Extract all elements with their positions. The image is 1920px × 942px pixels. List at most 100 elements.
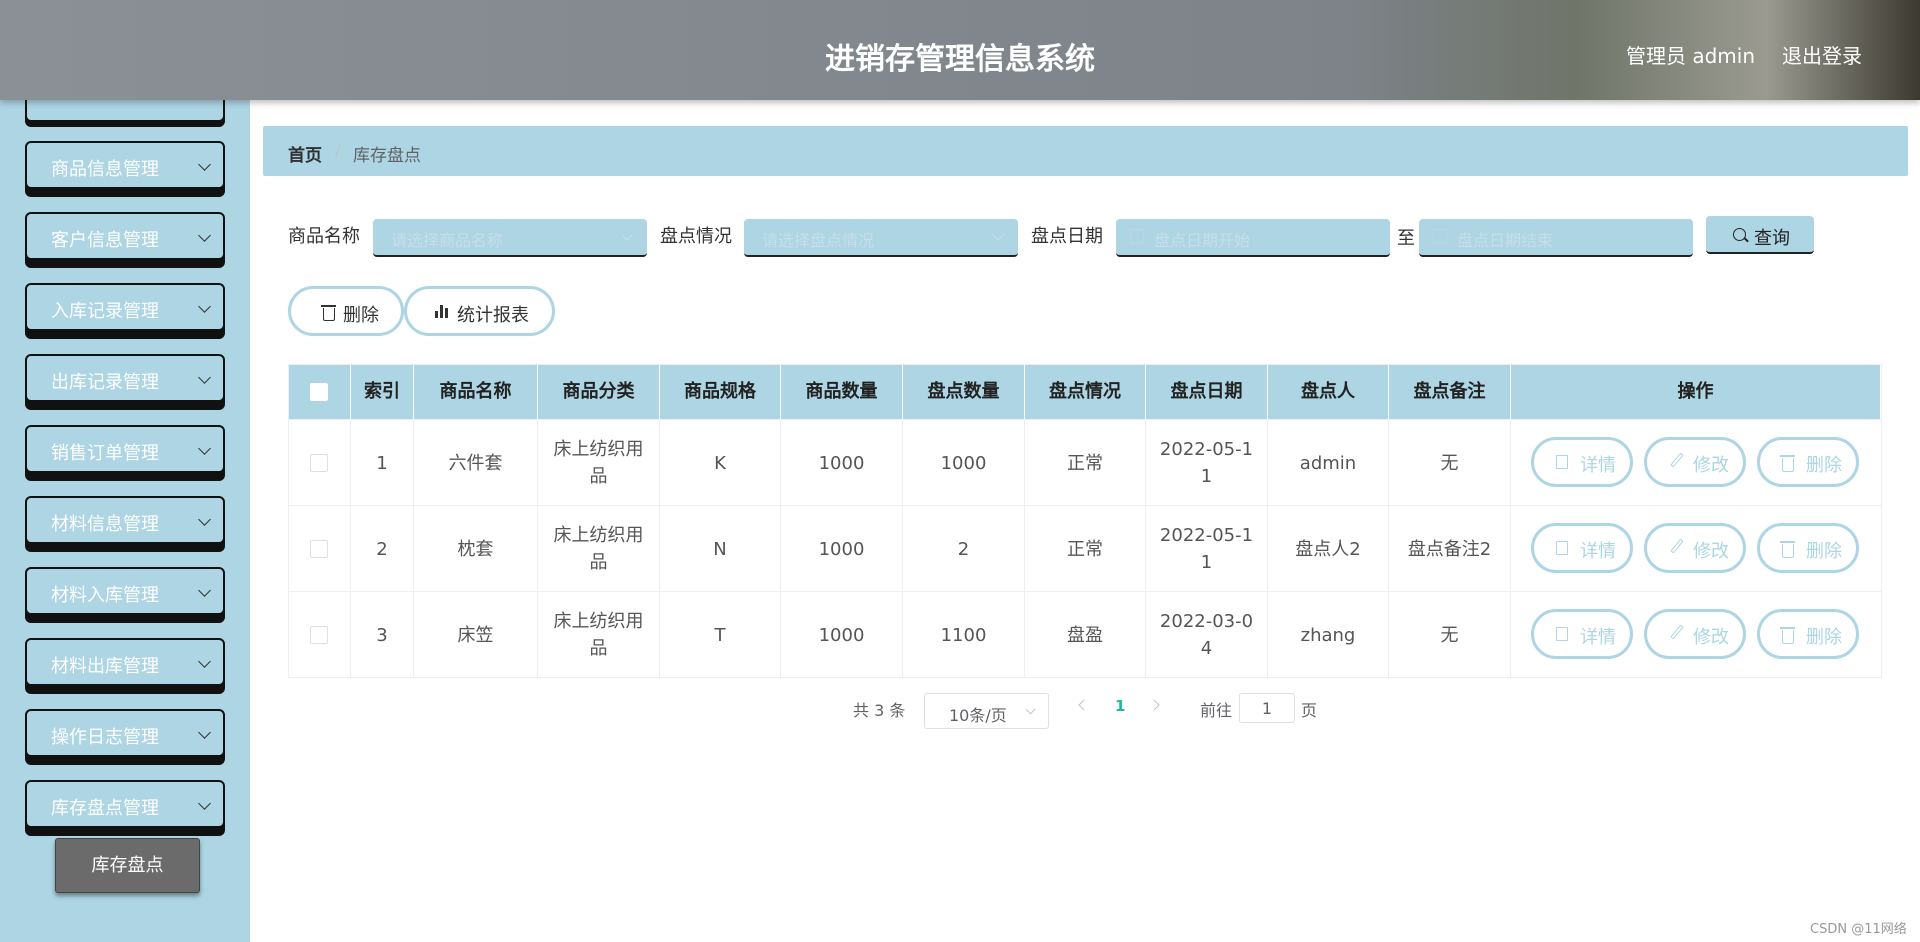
sidebar-item[interactable]: 材料出库管理 (25, 638, 225, 686)
page-size-value: 10条/页 (949, 706, 1007, 725)
edit-button-label: 修改 (1693, 541, 1729, 562)
edit-button[interactable]: 修改 (1644, 437, 1746, 487)
column-header: 索引 (351, 365, 414, 419)
delete-button[interactable]: 删除 (1757, 609, 1859, 659)
table-row: 2 枕套 床上纺织用品 N 1000 2 正常 2022-05-11 盘点人2 盘点备注2 详情 修改… (289, 505, 1881, 592)
sidebar-item[interactable]: 操作日志管理 (25, 709, 225, 757)
calendar-icon (1433, 229, 1447, 244)
table-header: 索引 商品名称 商品分类 商品规格 商品数量 盘点数量 盘点情况 盘点日期 盘点人 盘点备注 操作 (289, 365, 1881, 419)
delete-button[interactable]: 删除 (1757, 437, 1859, 487)
breadcrumb-home[interactable]: 首页 (288, 141, 322, 166)
page-number-current[interactable]: 1 (1115, 697, 1125, 715)
edit-button[interactable]: 修改 (1644, 609, 1746, 659)
batch-delete-button[interactable]: 删除 (288, 286, 404, 336)
cell-check-qty: 2 (903, 506, 1025, 592)
search-icon (1733, 228, 1746, 241)
sidebar-item-label: 材料信息管理 (51, 514, 159, 535)
sidebar-item[interactable]: 销售订单管理 (25, 425, 225, 473)
detail-button-label: 详情 (1580, 627, 1616, 648)
date-start-input[interactable]: 盘点日期开始 (1116, 219, 1390, 257)
sidebar-item[interactable]: 客户信息管理 (25, 212, 225, 260)
sidebar-item-partial[interactable] (25, 100, 225, 122)
logout-link[interactable]: 退出登录 (1782, 40, 1862, 69)
edit-button-label: 修改 (1693, 627, 1729, 648)
pencil-icon (1670, 452, 1684, 468)
cell-check-qty: 1000 (903, 420, 1025, 506)
chevron-down-icon (198, 513, 211, 526)
sidebar-item-label: 库存盘点管理 (51, 798, 159, 819)
detail-button[interactable]: 详情 (1531, 437, 1633, 487)
chevron-down-icon (621, 229, 633, 241)
edit-button-label: 修改 (1693, 455, 1729, 476)
select-all-checkbox[interactable] (310, 383, 328, 401)
cell-checker: zhang (1268, 592, 1389, 678)
sidebar-item-label: 商品信息管理 (51, 159, 159, 180)
chevron-down-icon (992, 229, 1004, 241)
cell-spec: K (660, 420, 781, 506)
sidebar-item-label: 材料出库管理 (51, 656, 159, 677)
goto-label: 前往 (1200, 701, 1233, 720)
sidebar-item[interactable]: 库存盘点管理 (25, 780, 225, 828)
column-header: 操作 (1511, 365, 1881, 419)
query-button[interactable]: 查询 (1706, 216, 1814, 254)
delete-button-label: 删除 (1806, 627, 1842, 648)
pagination-total: 共 3 条 (853, 701, 906, 720)
trash-icon (1780, 455, 1795, 472)
trash-icon (321, 305, 336, 321)
row-checkbox[interactable] (310, 540, 328, 558)
cell-checker: 盘点人2 (1268, 506, 1389, 592)
product-name-label: 商品名称 (288, 226, 360, 247)
calendar-icon (1130, 229, 1144, 244)
sidebar-item-label: 入库记录管理 (51, 301, 159, 322)
date-range-separator: 至 (1397, 228, 1415, 249)
statistics-report-button[interactable]: 统计报表 (404, 286, 555, 336)
cell-date: 2022-05-11 (1146, 420, 1268, 506)
column-header: 盘点日期 (1146, 365, 1268, 419)
table-row: 3 床笠 床上纺织用品 T 1000 1100 盘盈 2022-03-04 zhang 无 详情 修改… (289, 591, 1881, 678)
sidebar-item[interactable]: 材料信息管理 (25, 496, 225, 544)
row-checkbox[interactable] (310, 454, 328, 472)
sidebar-item-label: 操作日志管理 (51, 727, 159, 748)
detail-button[interactable]: 详情 (1531, 523, 1633, 573)
cell-status: 正常 (1025, 506, 1146, 592)
breadcrumb-separator: / (335, 141, 341, 160)
column-header: 商品规格 (660, 365, 781, 419)
watermark: CSDN @11网络 (1810, 922, 1907, 937)
chevron-down-icon (198, 229, 211, 242)
chevron-down-icon (198, 655, 211, 668)
sidebar-item[interactable]: 出库记录管理 (25, 354, 225, 402)
row-checkbox[interactable] (310, 626, 328, 644)
product-name-placeholder: 请选择商品名称 (391, 231, 504, 250)
submenu-item-stock-check[interactable]: 库存盘点 (55, 838, 200, 893)
page-size-select[interactable]: 10条/页 (924, 693, 1049, 729)
delete-button-label: 删除 (1806, 455, 1842, 476)
document-icon (1556, 541, 1568, 555)
check-status-select[interactable]: 请选择盘点情况 (744, 219, 1018, 257)
edit-button[interactable]: 修改 (1644, 523, 1746, 573)
delete-button[interactable]: 删除 (1757, 523, 1859, 573)
check-date-label: 盘点日期 (1031, 226, 1103, 247)
cell-category: 床上纺织用品 (538, 420, 660, 506)
chevron-down-icon (198, 726, 211, 739)
cell-check-qty: 1100 (903, 592, 1025, 678)
cell-name: 六件套 (414, 420, 538, 506)
next-page-icon[interactable] (1148, 699, 1160, 711)
date-end-input[interactable]: 盘点日期结束 (1419, 219, 1693, 257)
cell-category: 床上纺织用品 (538, 506, 660, 592)
sidebar-item[interactable]: 入库记录管理 (25, 283, 225, 331)
document-icon (1556, 627, 1568, 641)
delete-button-label: 删除 (1806, 541, 1842, 562)
query-button-label: 查询 (1754, 228, 1790, 249)
sidebar-item[interactable]: 商品信息管理 (25, 141, 225, 189)
cell-index: 1 (351, 420, 414, 506)
header-select-cell (289, 365, 351, 419)
cell-qty: 1000 (781, 506, 903, 592)
pencil-icon (1670, 624, 1684, 640)
goto-page-input[interactable] (1239, 693, 1295, 723)
cell-status: 盘盈 (1025, 592, 1146, 678)
detail-button[interactable]: 详情 (1531, 609, 1633, 659)
product-name-select[interactable]: 请选择商品名称 (373, 219, 647, 257)
sidebar-item-label: 销售订单管理 (51, 443, 159, 464)
sidebar-item[interactable]: 材料入库管理 (25, 567, 225, 615)
prev-page-icon[interactable] (1078, 699, 1090, 711)
